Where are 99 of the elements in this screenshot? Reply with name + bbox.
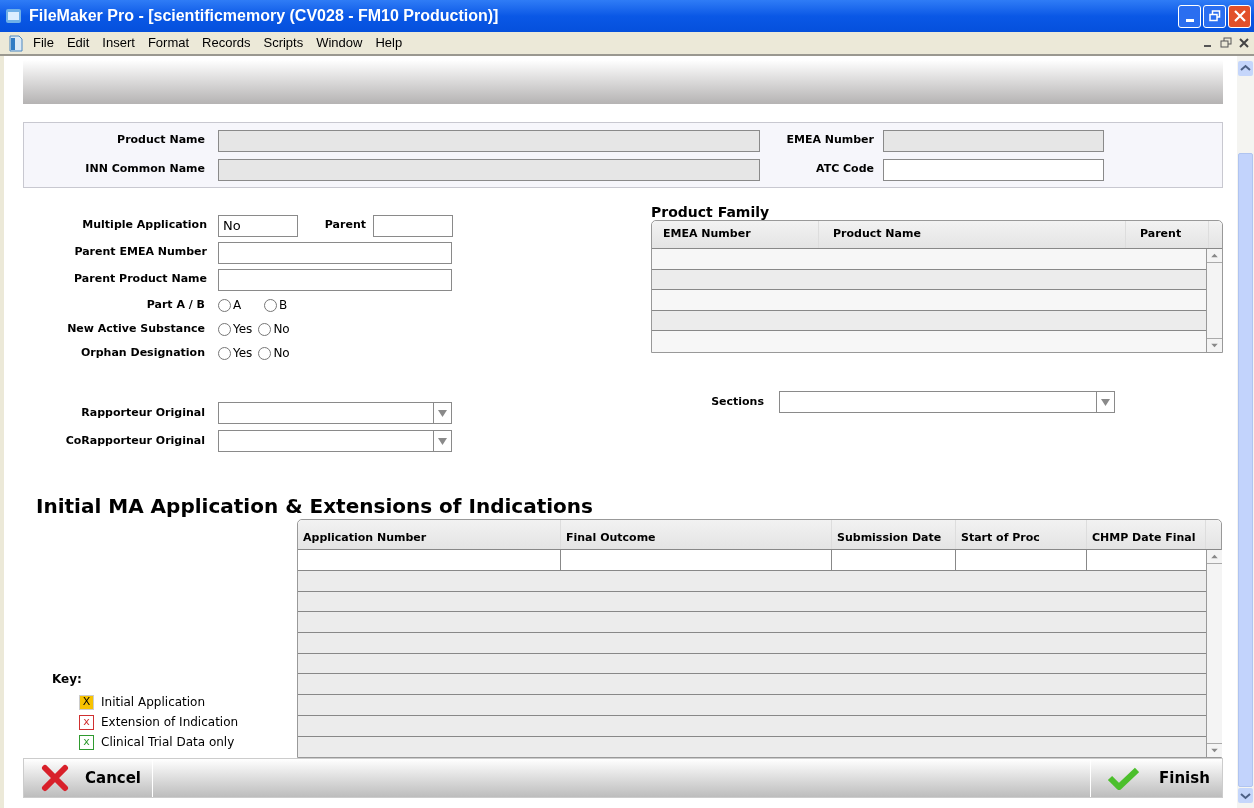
table-row[interactable]	[652, 310, 1206, 332]
radio-button[interactable]	[264, 298, 277, 312]
field-label: Orphan Designation	[79, 344, 205, 361]
window-title: FileMaker Pro - [scientificmemory (CV028 - FM10 Production)]	[29, 6, 499, 26]
input-field[interactable]	[218, 268, 452, 291]
column-header: Application Number	[298, 520, 561, 549]
caret-icon	[1101, 398, 1110, 406]
finish-button[interactable]: Finish	[1090, 759, 1222, 798]
field-label: CoRapporteur Original	[64, 432, 205, 449]
field-label: Multiple Application	[81, 217, 207, 234]
table-row[interactable]	[298, 695, 1206, 716]
input-field[interactable]: No	[218, 214, 298, 237]
scroll-down-icon[interactable]	[1237, 787, 1254, 804]
column-header: Parent	[1126, 221, 1209, 248]
field-label: Sections	[710, 393, 764, 410]
caret-icon	[438, 409, 447, 417]
dropdown-field[interactable]	[779, 391, 1115, 413]
field-label: INN Common Name	[84, 161, 205, 178]
menu-item[interactable]: Edit	[66, 33, 90, 53]
column-header: Final Outcome	[561, 520, 832, 549]
scroll-bar[interactable]	[1206, 550, 1222, 757]
field-label: Product Name	[116, 132, 205, 149]
field-label: Parent EMEA Number	[73, 244, 207, 261]
menu-item[interactable]: Format	[147, 33, 190, 53]
scroll-bar[interactable]	[1237, 56, 1254, 808]
table-row[interactable]	[652, 269, 1206, 291]
field-label: Part A / B	[145, 296, 205, 313]
radio-label: A	[233, 297, 242, 314]
column-header: Submission Date	[832, 520, 956, 549]
section-heading: Initial MA Application & Extensions of Indications	[36, 493, 594, 519]
table-row[interactable]	[298, 612, 1206, 634]
menu-item[interactable]: Help	[375, 33, 403, 53]
input-field[interactable]	[883, 158, 1104, 181]
app-icon	[5, 7, 23, 25]
radio-button[interactable]	[258, 346, 272, 360]
section-title: Product Family	[651, 203, 771, 220]
radio-button[interactable]	[258, 322, 272, 336]
minimize-button[interactable]	[1178, 4, 1201, 28]
dropdown-field[interactable]	[218, 430, 452, 452]
scroll-up-icon[interactable]	[1237, 60, 1254, 77]
table-row[interactable]	[298, 653, 1206, 675]
legend-label: Extension of Indication	[101, 714, 239, 732]
radio-label: Yes	[233, 321, 253, 338]
table-row[interactable]	[298, 591, 1206, 613]
input-field[interactable]	[218, 158, 760, 181]
table-row[interactable]	[652, 249, 1206, 270]
restore-icon[interactable]	[1220, 37, 1232, 49]
field-label: Parent Product Name	[73, 271, 207, 288]
legend-swatch: x	[79, 714, 94, 730]
input-field[interactable]	[373, 214, 453, 237]
column-header: Product Name	[819, 221, 1126, 248]
field-label: ATC Code	[814, 161, 874, 178]
cross-icon	[41, 764, 69, 793]
column-header: CHMP Date Final	[1087, 520, 1206, 549]
document-icon	[8, 34, 24, 52]
table-row[interactable]	[298, 674, 1206, 696]
key-title: Key:	[52, 671, 83, 689]
close-icon[interactable]	[1238, 37, 1250, 49]
radio-label: B	[279, 297, 288, 314]
column-header: EMEA Number	[652, 221, 819, 248]
checkmark-icon	[1107, 766, 1139, 791]
field-label: Rapporteur Original	[80, 404, 205, 421]
caret-icon	[438, 437, 447, 445]
table-row[interactable]	[652, 290, 1206, 311]
legend-label: Initial Application	[101, 694, 206, 712]
restore-icon	[1208, 10, 1221, 22]
menu-item[interactable]: Records	[202, 33, 251, 53]
table-row[interactable]	[298, 633, 1206, 654]
close-icon	[1233, 10, 1246, 22]
menu-item[interactable]: File	[33, 33, 54, 53]
field-label: New Active Substance	[66, 320, 205, 337]
menu-item[interactable]: Window	[316, 33, 363, 53]
scroll-bar[interactable]	[1206, 249, 1222, 352]
table-row[interactable]	[298, 715, 1206, 737]
field-label: Parent	[323, 217, 366, 234]
scroll-thumb[interactable]	[1238, 153, 1253, 787]
table-row[interactable]	[298, 571, 1206, 592]
input-field[interactable]	[883, 129, 1104, 152]
legend-swatch: X	[79, 694, 94, 710]
cancel-button[interactable]: Cancel	[24, 759, 153, 798]
field-label: EMEA Number	[785, 132, 874, 149]
input-field[interactable]	[218, 241, 452, 264]
radio-button[interactable]	[218, 298, 231, 312]
dropdown-field[interactable]	[218, 402, 452, 424]
menu-item[interactable]: Insert	[102, 33, 135, 53]
restore-button[interactable]	[1203, 4, 1226, 28]
column-header: Start of Proc	[956, 520, 1087, 549]
input-field[interactable]	[218, 129, 760, 152]
table-row[interactable]	[298, 550, 1206, 571]
table-row[interactable]	[298, 736, 1206, 758]
menu-item[interactable]: Scripts	[263, 33, 304, 53]
radio-button[interactable]	[218, 346, 231, 360]
radio-label: Yes	[233, 345, 253, 362]
radio-button[interactable]	[218, 322, 231, 336]
radio-label: No	[273, 321, 290, 338]
legend-swatch: x	[79, 734, 94, 750]
legend-label: Clinical Trial Data only	[101, 734, 235, 752]
radio-label: No	[273, 345, 290, 362]
close-button[interactable]	[1228, 4, 1251, 28]
